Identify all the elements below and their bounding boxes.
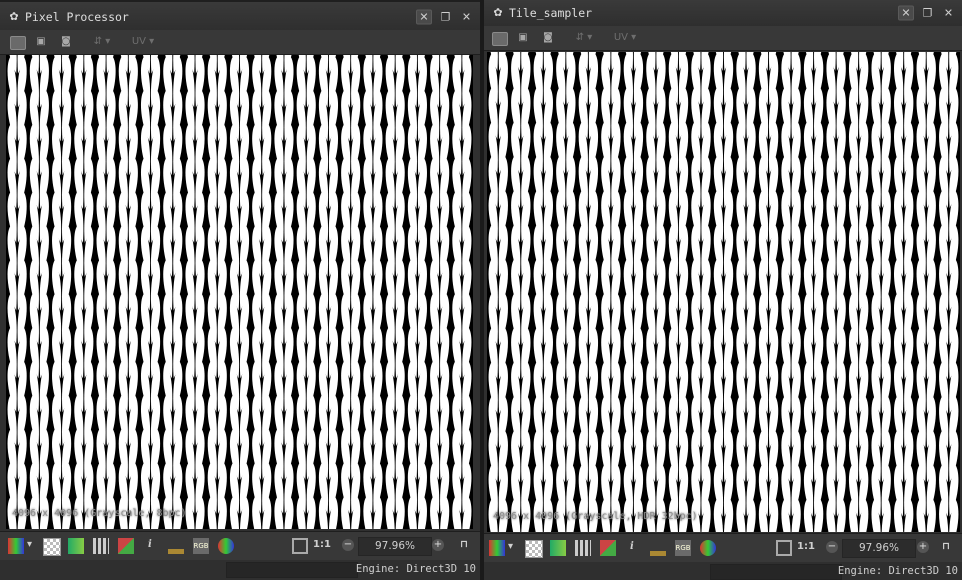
statusbar: Engine: Direct3D 10 <box>0 560 480 580</box>
pin-icon[interactable]: ✕ <box>898 5 914 21</box>
fit-icon[interactable] <box>776 540 792 556</box>
zoom-field[interactable]: 97.96% <box>842 539 916 558</box>
status-field <box>226 562 358 578</box>
status-field <box>710 564 842 580</box>
rgb-icon[interactable]: RGB <box>675 540 691 556</box>
channels-icon[interactable] <box>10 36 26 50</box>
view-bottombar: ▾ i RGB 1:1 − 97.96% + ⊓ <box>0 531 480 560</box>
color-picker-icon[interactable] <box>489 540 505 556</box>
color-wheel-icon[interactable] <box>700 540 716 556</box>
uv-label: UV <box>613 32 628 43</box>
zoom-one-to-one[interactable]: 1:1 <box>797 541 815 552</box>
knit-pattern-image <box>6 55 473 529</box>
panel-titlebar[interactable]: ✿ Pixel Processor ✕ ❐ ✕ <box>0 0 480 33</box>
tile-sampler-panel: ✿ Tile_sampler ✕ ❐ ✕ ▣ ◙ ⇵ ▾ UV ▾ 4096 x… <box>484 0 962 580</box>
pin-icon[interactable]: ✕ <box>416 9 432 25</box>
chevron-down-icon[interactable]: ▾ <box>27 539 32 550</box>
gradient-icon[interactable] <box>68 538 84 554</box>
panel-title: Tile_sampler <box>509 6 593 20</box>
uv-icon[interactable]: UV ▾ <box>128 34 158 50</box>
color-picker-icon[interactable] <box>8 538 24 554</box>
tile-icon[interactable] <box>118 538 134 554</box>
histogram-icon[interactable] <box>168 538 184 554</box>
uv-icon[interactable]: UV ▾ <box>610 30 640 46</box>
image-viewport[interactable]: 4096 x 4096 (Grayscale, 8bpc) <box>6 55 473 529</box>
zoom-field[interactable]: 97.96% <box>358 537 432 556</box>
rgb-icon[interactable]: RGB <box>193 538 209 554</box>
view-bottombar: ▾ i RGB 1:1 − 97.96% + ⊓ <box>484 533 962 562</box>
zoom-in-icon[interactable]: + <box>432 539 444 551</box>
statusbar: Engine: Direct3D 10 <box>484 562 962 580</box>
grid-icon[interactable] <box>93 538 109 554</box>
save-icon[interactable]: ▣ <box>34 34 48 50</box>
float-window-icon[interactable]: ❐ <box>920 6 935 21</box>
save-icon[interactable]: ▣ <box>516 30 530 46</box>
engine-label: Engine: Direct3D 10 <box>355 563 476 575</box>
image-viewport[interactable]: 4096 x 4096 (Grayscale, HDR 32bpc) <box>487 52 960 532</box>
float-window-icon[interactable]: ❐ <box>438 10 453 25</box>
checker-icon[interactable] <box>525 540 543 558</box>
camera-icon[interactable]: ◙ <box>58 34 74 50</box>
close-icon[interactable]: ✕ <box>459 10 474 25</box>
fit-icon[interactable] <box>292 538 308 554</box>
chevron-down-icon[interactable]: ▾ <box>508 541 513 552</box>
zoom-out-icon[interactable]: − <box>826 541 838 553</box>
lock-icon[interactable]: ⊓ <box>460 539 468 550</box>
zoom-in-icon[interactable]: + <box>917 541 929 553</box>
gradient-icon[interactable] <box>550 540 566 556</box>
checker-icon[interactable] <box>43 538 61 556</box>
substance-node-icon: ✿ <box>9 10 19 23</box>
lock-icon[interactable]: ⊓ <box>942 541 950 552</box>
grid-icon[interactable] <box>575 540 591 556</box>
knit-pattern-image <box>487 52 960 532</box>
share-icon[interactable]: ⇵ ▾ <box>90 34 114 50</box>
view-toolbar: ▣ ◙ ⇵ ▾ UV ▾ <box>0 30 480 55</box>
zoom-out-icon[interactable]: − <box>342 539 354 551</box>
substance-node-icon: ✿ <box>493 6 503 19</box>
info-icon[interactable]: i <box>148 539 152 550</box>
uv-label: UV <box>131 36 146 47</box>
close-icon[interactable]: ✕ <box>941 6 956 21</box>
camera-icon[interactable]: ◙ <box>540 30 556 46</box>
view-toolbar: ▣ ◙ ⇵ ▾ UV ▾ <box>484 26 962 51</box>
image-info: 4096 x 4096 (Grayscale, HDR 32bpc) <box>493 511 698 522</box>
panel-title: Pixel Processor <box>25 10 129 24</box>
image-info: 4096 x 4096 (Grayscale, 8bpc) <box>12 508 187 519</box>
pixel-processor-panel: ✿ Pixel Processor ✕ ❐ ✕ ▣ ◙ ⇵ ▾ UV ▾ 409… <box>0 0 480 580</box>
info-icon[interactable]: i <box>630 541 634 552</box>
engine-label: Engine: Direct3D 10 <box>837 565 958 577</box>
rgb-label: RGB <box>675 544 691 552</box>
zoom-one-to-one[interactable]: 1:1 <box>313 539 331 550</box>
panel-titlebar[interactable]: ✿ Tile_sampler ✕ ❐ ✕ <box>484 0 962 27</box>
share-icon[interactable]: ⇵ ▾ <box>572 30 596 46</box>
rgb-label: RGB <box>193 542 209 550</box>
tile-icon[interactable] <box>600 540 616 556</box>
channels-icon[interactable] <box>492 32 508 46</box>
color-wheel-icon[interactable] <box>218 538 234 554</box>
histogram-icon[interactable] <box>650 540 666 556</box>
